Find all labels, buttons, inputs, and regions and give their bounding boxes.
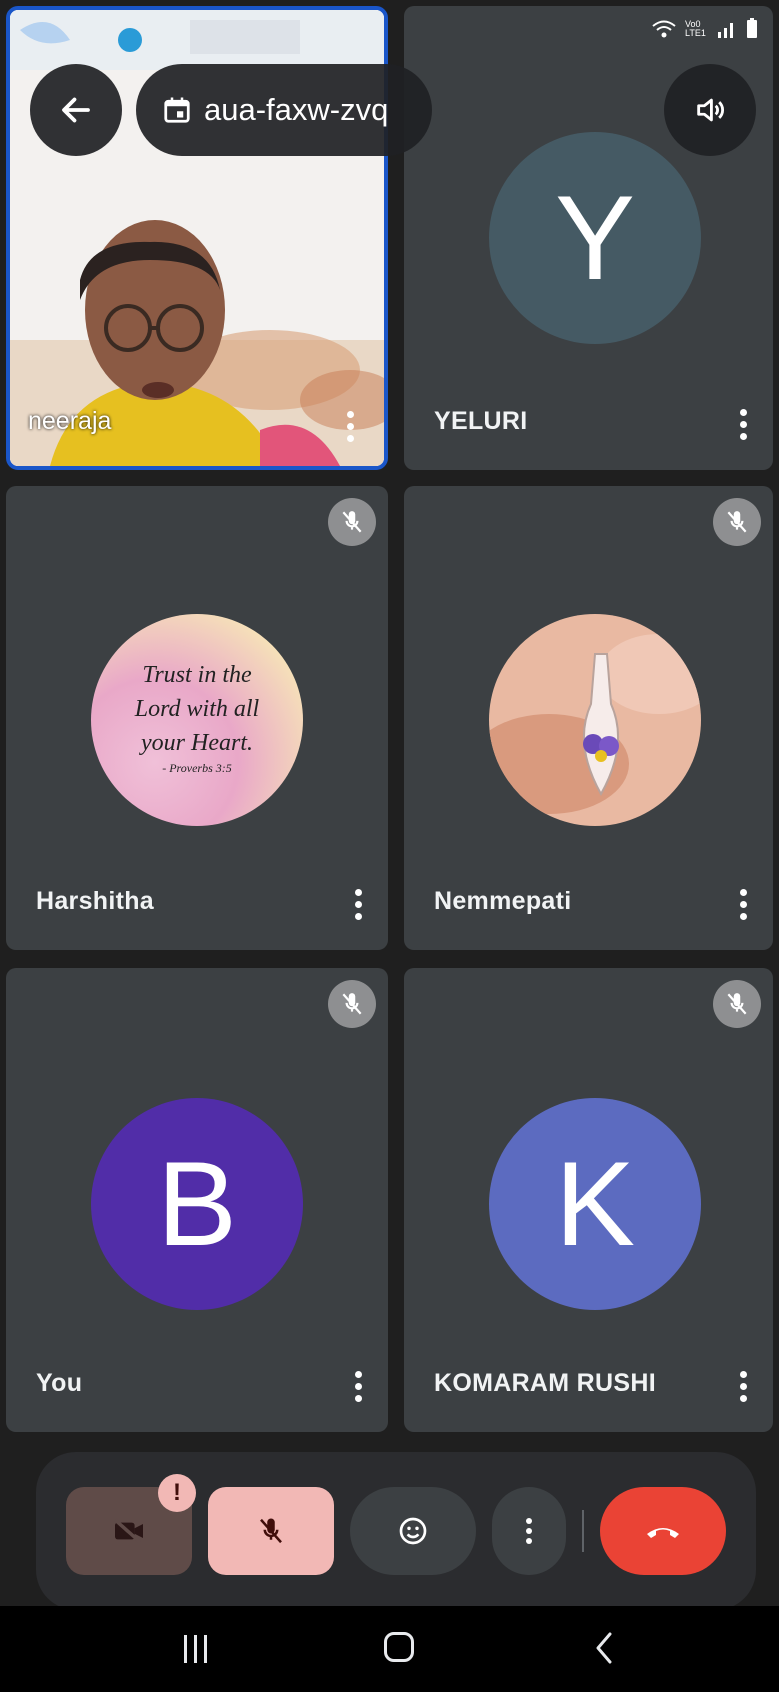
meeting-code: aua-faxw-zvq xyxy=(204,92,389,127)
more-options-button[interactable] xyxy=(492,1487,566,1575)
tile-name: YELURI xyxy=(434,407,528,435)
image-text-line: Lord with all xyxy=(134,696,260,722)
emoji-icon xyxy=(399,1517,427,1545)
network-label: Vo0 LTE1 xyxy=(685,19,706,38)
meeting-info-chip[interactable]: aua-faxw-zvq xyxy=(136,64,432,156)
mic-off-icon xyxy=(328,498,376,546)
more-options-icon[interactable] xyxy=(731,1364,755,1408)
reactions-button[interactable] xyxy=(350,1487,476,1575)
control-divider xyxy=(582,1510,584,1552)
more-vert-icon xyxy=(526,1518,532,1544)
mic-toggle-button[interactable] xyxy=(208,1487,334,1575)
status-bar: Vo0 LTE1 xyxy=(651,18,759,40)
back-nav-icon[interactable] xyxy=(592,1630,616,1666)
tile-name: KOMARAM RUSHI xyxy=(434,1369,656,1397)
more-options-icon[interactable] xyxy=(346,1364,370,1408)
recent-apps-button[interactable] xyxy=(180,1632,210,1666)
battery-icon xyxy=(747,18,757,38)
camera-off-icon xyxy=(113,1518,143,1544)
more-options-icon[interactable] xyxy=(731,882,755,926)
back-button[interactable] xyxy=(30,64,122,156)
participant-tile-komaram-rushi[interactable]: K KOMARAM RUSHI xyxy=(404,968,773,1432)
audio-output-button[interactable] xyxy=(664,64,756,156)
more-options-icon[interactable] xyxy=(346,882,370,926)
more-options-icon[interactable] xyxy=(338,404,362,448)
mic-off-icon xyxy=(713,498,761,546)
avatar: B xyxy=(91,1098,303,1310)
profile-image: Trust in the Lord with all your Heart. -… xyxy=(91,614,303,826)
calendar-icon xyxy=(164,97,190,123)
profile-image xyxy=(489,614,701,826)
speaker-icon xyxy=(697,98,724,122)
home-button[interactable] xyxy=(384,1632,414,1662)
image-text-line: Trust in the xyxy=(142,662,252,688)
tile-name: You xyxy=(36,1369,83,1397)
signal-icon xyxy=(718,23,733,38)
participant-tile-nemmepati[interactable]: Nemmepati xyxy=(404,486,773,950)
participant-tile-you[interactable]: B You xyxy=(6,968,388,1432)
mic-off-icon xyxy=(260,1518,282,1544)
avatar: K xyxy=(489,1098,701,1310)
avatar: Y xyxy=(489,132,701,344)
participant-tile-harshitha[interactable]: Trust in the Lord with all your Heart. -… xyxy=(6,486,388,950)
camera-alert-badge: ! xyxy=(158,1474,196,1512)
tile-name: Nemmepati xyxy=(434,887,572,915)
image-text-line: your Heart. xyxy=(141,730,253,756)
more-options-icon[interactable] xyxy=(731,402,755,446)
tile-name: neeraja xyxy=(28,407,112,435)
arrow-left-icon xyxy=(62,97,90,123)
wifi-icon xyxy=(652,20,676,38)
call-end-icon xyxy=(647,1528,679,1538)
tile-name: Harshitha xyxy=(36,887,155,915)
image-caption: - Proverbs 3:5 xyxy=(162,761,232,775)
end-call-button[interactable] xyxy=(600,1487,726,1575)
mic-off-icon xyxy=(328,980,376,1028)
mic-off-icon xyxy=(713,980,761,1028)
